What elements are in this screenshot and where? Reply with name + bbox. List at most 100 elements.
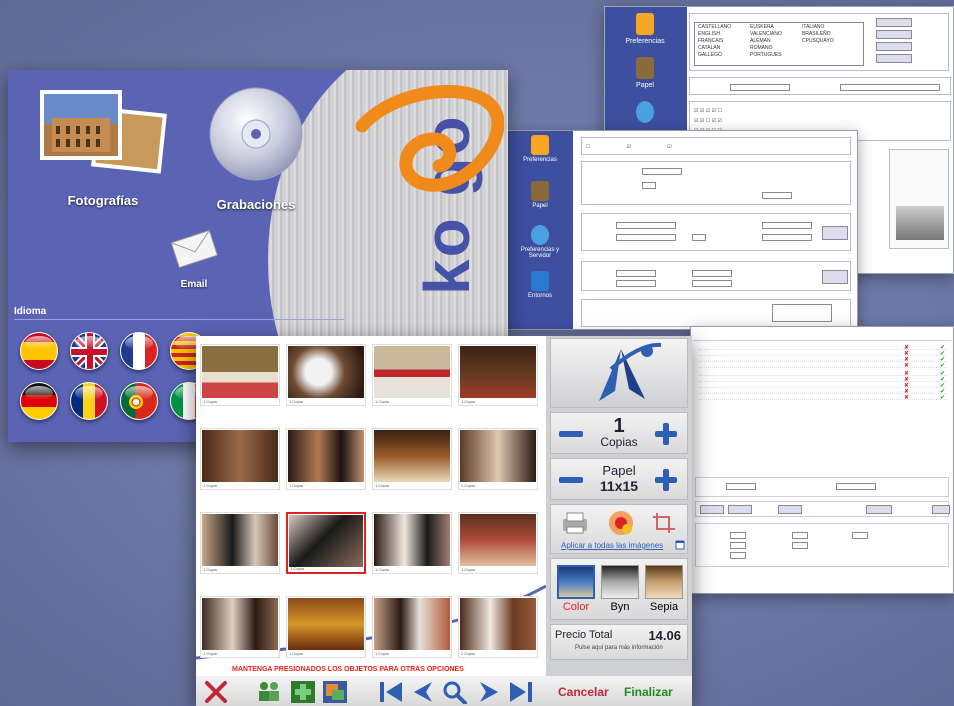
- table-row[interactable]: ✘ ✔: [699, 371, 947, 377]
- table-row[interactable]: ✘ ✔: [699, 395, 947, 401]
- photo-thumbnail[interactable]: 1 Copia: [200, 512, 280, 574]
- form-button[interactable]: [822, 270, 848, 284]
- form-input[interactable]: [692, 234, 706, 241]
- menu-item-email[interactable]: Email: [158, 222, 230, 290]
- form-input[interactable]: [762, 192, 792, 199]
- total-input[interactable]: [730, 552, 746, 559]
- table-row[interactable]: ✘ ✔: [699, 377, 947, 383]
- edit-photo-icon[interactable]: [322, 680, 348, 704]
- option-row[interactable]: ☐ ☑ ☑: [586, 144, 672, 150]
- order-action-button[interactable]: [932, 505, 950, 514]
- photo-thumbnail[interactable]: 1 Copia: [458, 596, 538, 658]
- red-eye-icon[interactable]: [607, 509, 635, 537]
- flag-portugal-button[interactable]: [120, 382, 158, 420]
- settings-button-4[interactable]: [876, 54, 912, 63]
- table-row[interactable]: ✘ ✔: [699, 383, 947, 389]
- sidebar-item-preferencias[interactable]: Preferencias: [510, 135, 570, 163]
- form-input[interactable]: [616, 270, 656, 277]
- form-input[interactable]: [642, 182, 656, 189]
- delete-x-icon[interactable]: [204, 680, 228, 704]
- total-input[interactable]: [730, 542, 746, 549]
- order-action-button[interactable]: [866, 505, 892, 514]
- form-textarea[interactable]: [772, 304, 832, 322]
- calendar-icon[interactable]: [675, 540, 685, 550]
- flag-germany-button[interactable]: [20, 382, 58, 420]
- menu-item-grabaciones[interactable]: Grabaciones: [196, 84, 316, 212]
- finish-button[interactable]: Finalizar: [624, 685, 673, 699]
- photo-thumbnail[interactable]: 1 Copia: [200, 344, 280, 406]
- form-button[interactable]: [822, 226, 848, 240]
- form-input[interactable]: [762, 234, 812, 241]
- color-mode-color[interactable]: Color: [555, 565, 597, 613]
- sidebar-item-papel[interactable]: Papel: [510, 181, 570, 209]
- photo-thumbnail[interactable]: 1 Copia: [458, 428, 538, 490]
- settings-button-3[interactable]: [876, 42, 912, 51]
- form-input[interactable]: [616, 222, 676, 229]
- people-add-icon[interactable]: [256, 680, 282, 704]
- settings-input-2[interactable]: [840, 84, 940, 91]
- total-input[interactable]: [792, 532, 808, 539]
- printer-icon[interactable]: [561, 511, 589, 535]
- photo-thumbnail[interactable]: 1 Copia: [372, 428, 452, 490]
- sidebar-item-entornos[interactable]: Entornos: [510, 271, 570, 299]
- table-row[interactable]: ✘ ✔: [699, 363, 947, 369]
- total-input[interactable]: [730, 532, 746, 539]
- photo-thumbnail[interactable]: 1 Copia: [372, 596, 452, 658]
- photo-thumbnail[interactable]: 1 Copia: [458, 512, 538, 574]
- table-row[interactable]: ✘ ✔: [699, 357, 947, 363]
- add-photo-icon[interactable]: [290, 680, 316, 704]
- total-input[interactable]: [792, 542, 808, 549]
- sidebar-item-preferencias[interactable]: Preferencias: [625, 13, 665, 45]
- table-row[interactable]: ✘ ✔: [699, 389, 947, 395]
- flag-romania-button[interactable]: [70, 382, 108, 420]
- previous-page-icon[interactable]: [410, 680, 434, 704]
- photo-thumbnail[interactable]: 1 Copia: [372, 344, 452, 406]
- flag-uk-button[interactable]: [70, 332, 108, 370]
- first-page-icon[interactable]: [378, 680, 404, 704]
- increase-copies-button[interactable]: [653, 421, 679, 447]
- color-mode-sepia[interactable]: Sepia: [643, 565, 685, 613]
- crop-icon[interactable]: [651, 511, 677, 535]
- decrease-paper-button[interactable]: [559, 477, 583, 483]
- photo-thumbnail[interactable]: 1 Copia: [200, 428, 280, 490]
- last-page-icon[interactable]: [508, 680, 534, 704]
- zoom-icon[interactable]: [442, 680, 468, 704]
- table-row[interactable]: ✘ ✔: [699, 351, 947, 357]
- photo-thumbnail[interactable]: 1 Copia: [458, 344, 538, 406]
- photo-thumbnail-selected[interactable]: 1 Copia: [286, 512, 366, 574]
- filter-input[interactable]: [726, 483, 756, 490]
- form-input[interactable]: [616, 234, 676, 241]
- option-row[interactable]: ☑ ☑ ☑ ☑ ☐: [694, 108, 722, 114]
- form-input[interactable]: [692, 280, 732, 287]
- total-price-card[interactable]: Precio Total 14.06 Pulse aquí para más i…: [550, 624, 688, 660]
- increase-paper-button[interactable]: [653, 467, 679, 493]
- settings-button-1[interactable]: [876, 18, 912, 27]
- flag-spain-button[interactable]: [20, 332, 58, 370]
- photo-thumbnail[interactable]: 1 Copia: [200, 596, 280, 658]
- order-action-button[interactable]: [700, 505, 724, 514]
- filter-input[interactable]: [836, 483, 876, 490]
- table-row[interactable]: ✘ ✔: [699, 345, 947, 351]
- order-action-button[interactable]: [778, 505, 802, 514]
- color-mode-byn[interactable]: Byn: [599, 565, 641, 613]
- photo-thumbnail[interactable]: 1 Copia: [286, 596, 366, 658]
- form-input[interactable]: [762, 222, 812, 229]
- total-input[interactable]: [852, 532, 868, 539]
- flag-france-button[interactable]: [120, 332, 158, 370]
- photo-thumbnail[interactable]: 1 Copia: [286, 428, 366, 490]
- apply-all-link[interactable]: Aplicar a todas las imágenes: [561, 541, 663, 550]
- sidebar-item-papel[interactable]: Papel: [625, 57, 665, 89]
- form-input[interactable]: [616, 280, 656, 287]
- decrease-copies-button[interactable]: [559, 431, 583, 437]
- form-input[interactable]: [692, 270, 732, 277]
- sidebar-item-globe[interactable]: [625, 101, 665, 126]
- photo-thumbnail[interactable]: 1 Copia: [286, 344, 366, 406]
- settings-input-1[interactable]: [730, 84, 790, 91]
- next-page-icon[interactable]: [478, 680, 502, 704]
- menu-item-fotografias[interactable]: Fotografías: [38, 84, 168, 208]
- form-input[interactable]: [642, 168, 682, 175]
- photo-thumbnail[interactable]: 1 Copia: [372, 512, 452, 574]
- settings-button-2[interactable]: [876, 30, 912, 39]
- cancel-button[interactable]: Cancelar: [558, 685, 609, 699]
- option-row[interactable]: ☑ ☑ ☐ ☑ ☑: [694, 118, 722, 124]
